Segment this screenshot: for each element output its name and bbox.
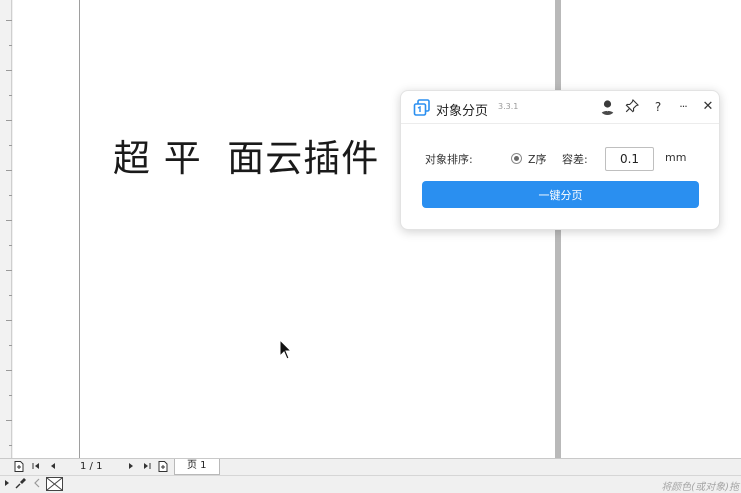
unit-label: mm bbox=[665, 151, 687, 164]
status-bar: 将颜色(或对象)拖 bbox=[0, 475, 741, 493]
more-options-icon[interactable]: ··· bbox=[675, 99, 691, 115]
next-page-icon[interactable] bbox=[125, 461, 137, 473]
close-icon[interactable]: ✕ bbox=[700, 99, 716, 115]
app-window: 超 平 面云插件 对象分页 3.3.1 ? ··· ✕ 对象排序: Z序 容差:… bbox=[0, 0, 741, 493]
one-click-paging-button[interactable]: 一键分页 bbox=[422, 181, 699, 208]
page-count: 1 / 1 bbox=[80, 461, 103, 472]
z-order-radio[interactable] bbox=[511, 153, 522, 164]
add-page-after-icon[interactable] bbox=[157, 461, 169, 473]
page-tab-1[interactable]: 页 1 bbox=[174, 459, 220, 475]
canvas-headline-text[interactable]: 超 平 面云插件 bbox=[113, 128, 379, 182]
options-row: 对象排序: Z序 容差: mm bbox=[425, 147, 705, 171]
no-fill-swatch[interactable] bbox=[46, 477, 63, 491]
previous-page-icon[interactable] bbox=[47, 461, 59, 473]
sort-label: 对象排序: bbox=[425, 153, 473, 166]
mouse-pointer-icon bbox=[279, 339, 293, 360]
drawing-canvas[interactable]: 超 平 面云插件 对象分页 3.3.1 ? ··· ✕ 对象排序: Z序 容差:… bbox=[13, 0, 741, 458]
eyedropper-icon[interactable] bbox=[15, 477, 27, 492]
panel-version: 3.3.1 bbox=[498, 102, 519, 111]
panel-header: 对象分页 3.3.1 ? ··· ✕ bbox=[401, 91, 719, 124]
page-navigation-bar: 1 / 1 页 1 bbox=[0, 458, 741, 475]
user-avatar[interactable] bbox=[599, 98, 616, 115]
object-paging-panel: 对象分页 3.3.1 ? ··· ✕ 对象排序: Z序 容差: 0.1 mm 一… bbox=[400, 90, 720, 230]
vertical-ruler[interactable] bbox=[0, 0, 12, 458]
tolerance-input[interactable] bbox=[605, 147, 654, 171]
z-order-label[interactable]: Z序 bbox=[528, 151, 547, 167]
copy-pages-icon bbox=[413, 99, 430, 116]
expand-arrow-icon[interactable] bbox=[3, 477, 11, 492]
scroll-left-icon[interactable] bbox=[32, 477, 42, 492]
last-page-icon[interactable] bbox=[141, 461, 153, 473]
tolerance-label: 容差: bbox=[562, 153, 588, 166]
help-icon[interactable]: ? bbox=[650, 99, 666, 115]
pin-icon[interactable] bbox=[624, 99, 640, 115]
panel-title: 对象分页 bbox=[436, 104, 489, 119]
page-border-left bbox=[79, 0, 80, 458]
first-page-icon[interactable] bbox=[30, 461, 42, 473]
add-page-before-icon[interactable] bbox=[13, 461, 25, 473]
